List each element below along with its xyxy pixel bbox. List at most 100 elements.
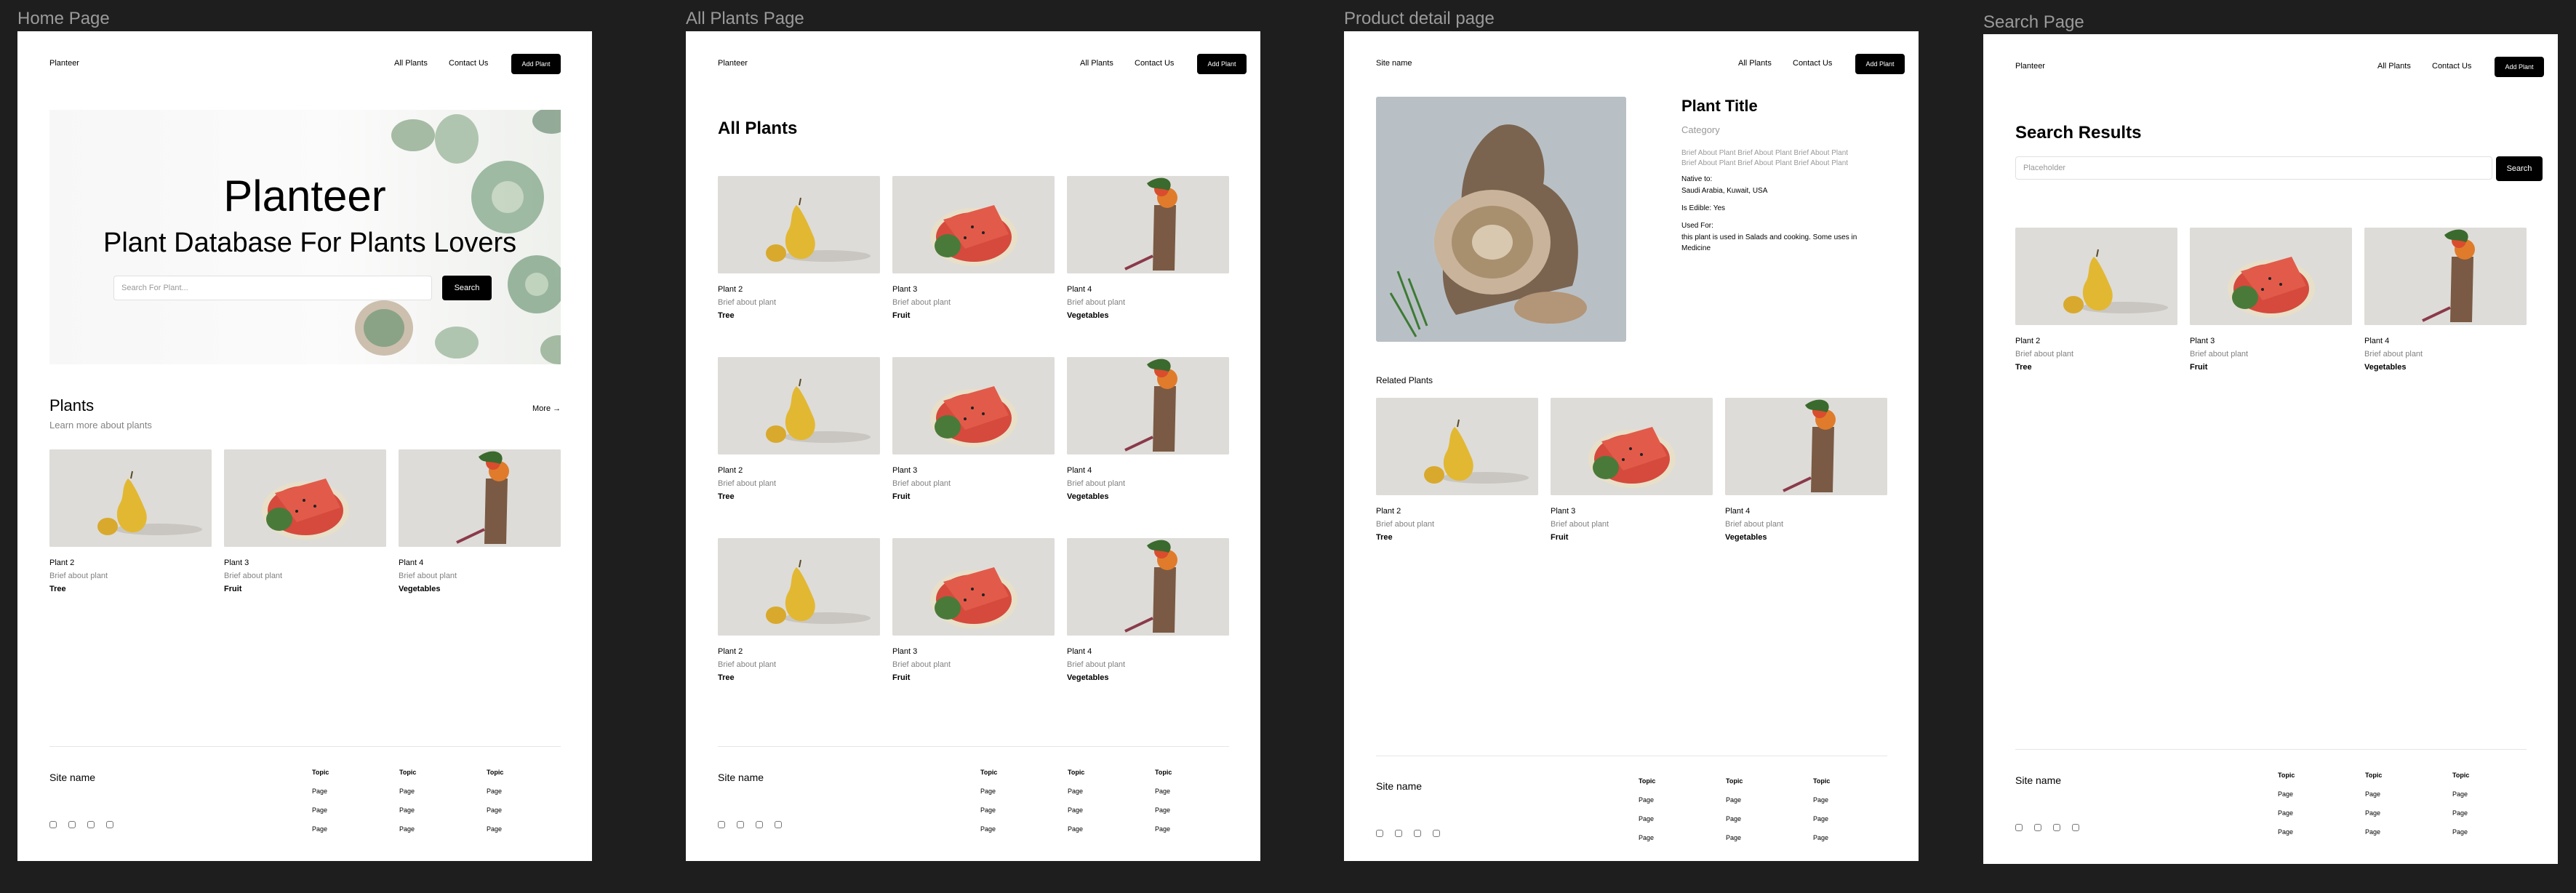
plant-card-name[interactable]: Plant 2 <box>718 285 743 294</box>
youtube-icon[interactable] <box>2053 824 2060 831</box>
footer-page-link[interactable]: Page <box>2278 828 2293 836</box>
plant-card-image[interactable] <box>224 449 386 547</box>
plant-card-image[interactable] <box>718 538 880 636</box>
footer-page-link[interactable]: Page <box>1813 796 1828 804</box>
plant-card-name[interactable]: Plant 3 <box>892 285 917 294</box>
footer-page-link[interactable]: Page <box>2452 809 2468 817</box>
footer-page-link[interactable]: Page <box>487 806 502 814</box>
linkedin-icon[interactable] <box>737 821 744 828</box>
plant-card[interactable]: Plant 2 Brief about plant Tree <box>718 538 880 682</box>
nav-contact[interactable]: Contact Us <box>449 59 488 68</box>
footer-page-link[interactable]: Page <box>2365 809 2380 817</box>
plant-card-name[interactable]: Plant 2 <box>1376 507 1401 516</box>
plant-card[interactable]: Plant 4 Brief about plant Vegetables <box>1067 538 1229 682</box>
plant-card-name[interactable]: Plant 3 <box>2190 337 2215 345</box>
plant-card[interactable]: Plant 3 Brief about plant Fruit <box>892 538 1055 682</box>
youtube-icon[interactable] <box>87 821 95 828</box>
plant-card-image[interactable] <box>2364 228 2527 325</box>
nav-contact[interactable]: Contact Us <box>2432 62 2471 71</box>
footer-page-link[interactable]: Page <box>980 788 996 795</box>
plant-card[interactable]: Plant 2 Brief about plant Tree <box>718 176 880 320</box>
plant-card-image[interactable] <box>892 176 1055 273</box>
nav-all-plants[interactable]: All Plants <box>2377 62 2411 71</box>
footer-page-link[interactable]: Page <box>1155 806 1170 814</box>
footer-page-link[interactable]: Page <box>487 825 502 833</box>
footer-page-link[interactable]: Page <box>1068 825 1083 833</box>
plant-card-name[interactable]: Plant 4 <box>1067 285 1092 294</box>
plant-card-image[interactable] <box>892 357 1055 454</box>
linkedin-icon[interactable] <box>68 821 76 828</box>
plant-card[interactable]: Plant 3 Brief about plant Fruit <box>892 357 1055 501</box>
footer-page-link[interactable]: Page <box>2278 790 2293 798</box>
add-plant-button[interactable]: Add Plant <box>2495 57 2544 77</box>
brand-logo[interactable]: Planteer <box>49 59 79 68</box>
brand-logo[interactable]: Planteer <box>2015 62 2045 71</box>
plant-card[interactable]: Plant 4 Brief about plant Vegetables <box>1725 398 1887 542</box>
footer-page-link[interactable]: Page <box>980 806 996 814</box>
plant-card[interactable]: Plant 2 Brief about plant Tree <box>49 449 212 593</box>
plant-card-name[interactable]: Plant 3 <box>892 647 917 656</box>
facebook-icon[interactable] <box>49 821 57 828</box>
plant-card-image[interactable] <box>1067 357 1229 454</box>
plant-card-name[interactable]: Plant 4 <box>2364 337 2389 345</box>
footer-page-link[interactable]: Page <box>1155 788 1170 795</box>
plant-card[interactable]: Plant 3 Brief about plant Fruit <box>224 449 386 593</box>
plant-card-name[interactable]: Plant 2 <box>2015 337 2040 345</box>
footer-page-link[interactable]: Page <box>487 788 502 795</box>
nav-contact[interactable]: Contact Us <box>1793 59 1832 68</box>
add-plant-button[interactable]: Add Plant <box>1197 54 1247 74</box>
hero-search-input[interactable] <box>113 276 432 300</box>
footer-page-link[interactable]: Page <box>312 806 327 814</box>
plant-card-image[interactable] <box>718 357 880 454</box>
search-input[interactable] <box>2015 156 2492 180</box>
facebook-icon[interactable] <box>1376 830 1383 837</box>
linkedin-icon[interactable] <box>2034 824 2041 831</box>
facebook-icon[interactable] <box>718 821 725 828</box>
hero-search-button[interactable]: Search <box>442 276 492 300</box>
plant-card[interactable]: Plant 3 Brief about plant Fruit <box>892 176 1055 320</box>
nav-contact[interactable]: Contact Us <box>1135 59 1174 68</box>
plant-card-image[interactable] <box>1725 398 1887 495</box>
footer-page-link[interactable]: Page <box>1726 796 1741 804</box>
plant-card-image[interactable] <box>1376 398 1538 495</box>
plant-card[interactable]: Plant 2 Brief about plant Tree <box>1376 398 1538 542</box>
plant-card-image[interactable] <box>2015 228 2177 325</box>
youtube-icon[interactable] <box>756 821 763 828</box>
footer-page-link[interactable]: Page <box>399 788 415 795</box>
footer-page-link[interactable]: Page <box>1813 815 1828 822</box>
instagram-icon[interactable] <box>2072 824 2079 831</box>
plant-card-image[interactable] <box>49 449 212 547</box>
footer-page-link[interactable]: Page <box>980 825 996 833</box>
footer-page-link[interactable]: Page <box>1726 815 1741 822</box>
facebook-icon[interactable] <box>2015 824 2023 831</box>
plant-card[interactable]: Plant 4 Brief about plant Vegetables <box>399 449 561 593</box>
plant-card[interactable]: Plant 4 Brief about plant Vegetables <box>2364 228 2527 372</box>
plant-card-name[interactable]: Plant 4 <box>399 558 423 567</box>
footer-page-link[interactable]: Page <box>2452 790 2468 798</box>
footer-page-link[interactable]: Page <box>2452 828 2468 836</box>
hero-search-field[interactable] <box>120 283 431 293</box>
plant-card-name[interactable]: Plant 4 <box>1067 466 1092 475</box>
plant-card-name[interactable]: Plant 3 <box>892 466 917 475</box>
plant-card[interactable]: Plant 3 Brief about plant Fruit <box>2190 228 2352 372</box>
plant-card-image[interactable] <box>718 176 880 273</box>
plant-card-name[interactable]: Plant 4 <box>1725 507 1750 516</box>
footer-page-link[interactable]: Page <box>1639 796 1654 804</box>
instagram-icon[interactable] <box>775 821 782 828</box>
instagram-icon[interactable] <box>1433 830 1440 837</box>
plant-card[interactable]: Plant 3 Brief about plant Fruit <box>1551 398 1713 542</box>
plant-card-image[interactable] <box>1551 398 1713 495</box>
footer-page-link[interactable]: Page <box>1068 806 1083 814</box>
youtube-icon[interactable] <box>1414 830 1421 837</box>
plant-card[interactable]: Plant 2 Brief about plant Tree <box>2015 228 2177 372</box>
footer-page-link[interactable]: Page <box>312 825 327 833</box>
footer-page-link[interactable]: Page <box>399 825 415 833</box>
footer-page-link[interactable]: Page <box>1639 815 1654 822</box>
add-plant-button[interactable]: Add Plant <box>1855 54 1905 74</box>
footer-page-link[interactable]: Page <box>2365 828 2380 836</box>
plant-card-name[interactable]: Plant 4 <box>1067 647 1092 656</box>
plant-card-name[interactable]: Plant 3 <box>1551 507 1575 516</box>
plant-card-name[interactable]: Plant 2 <box>718 647 743 656</box>
plant-card-image[interactable] <box>1067 176 1229 273</box>
footer-page-link[interactable]: Page <box>1813 834 1828 841</box>
